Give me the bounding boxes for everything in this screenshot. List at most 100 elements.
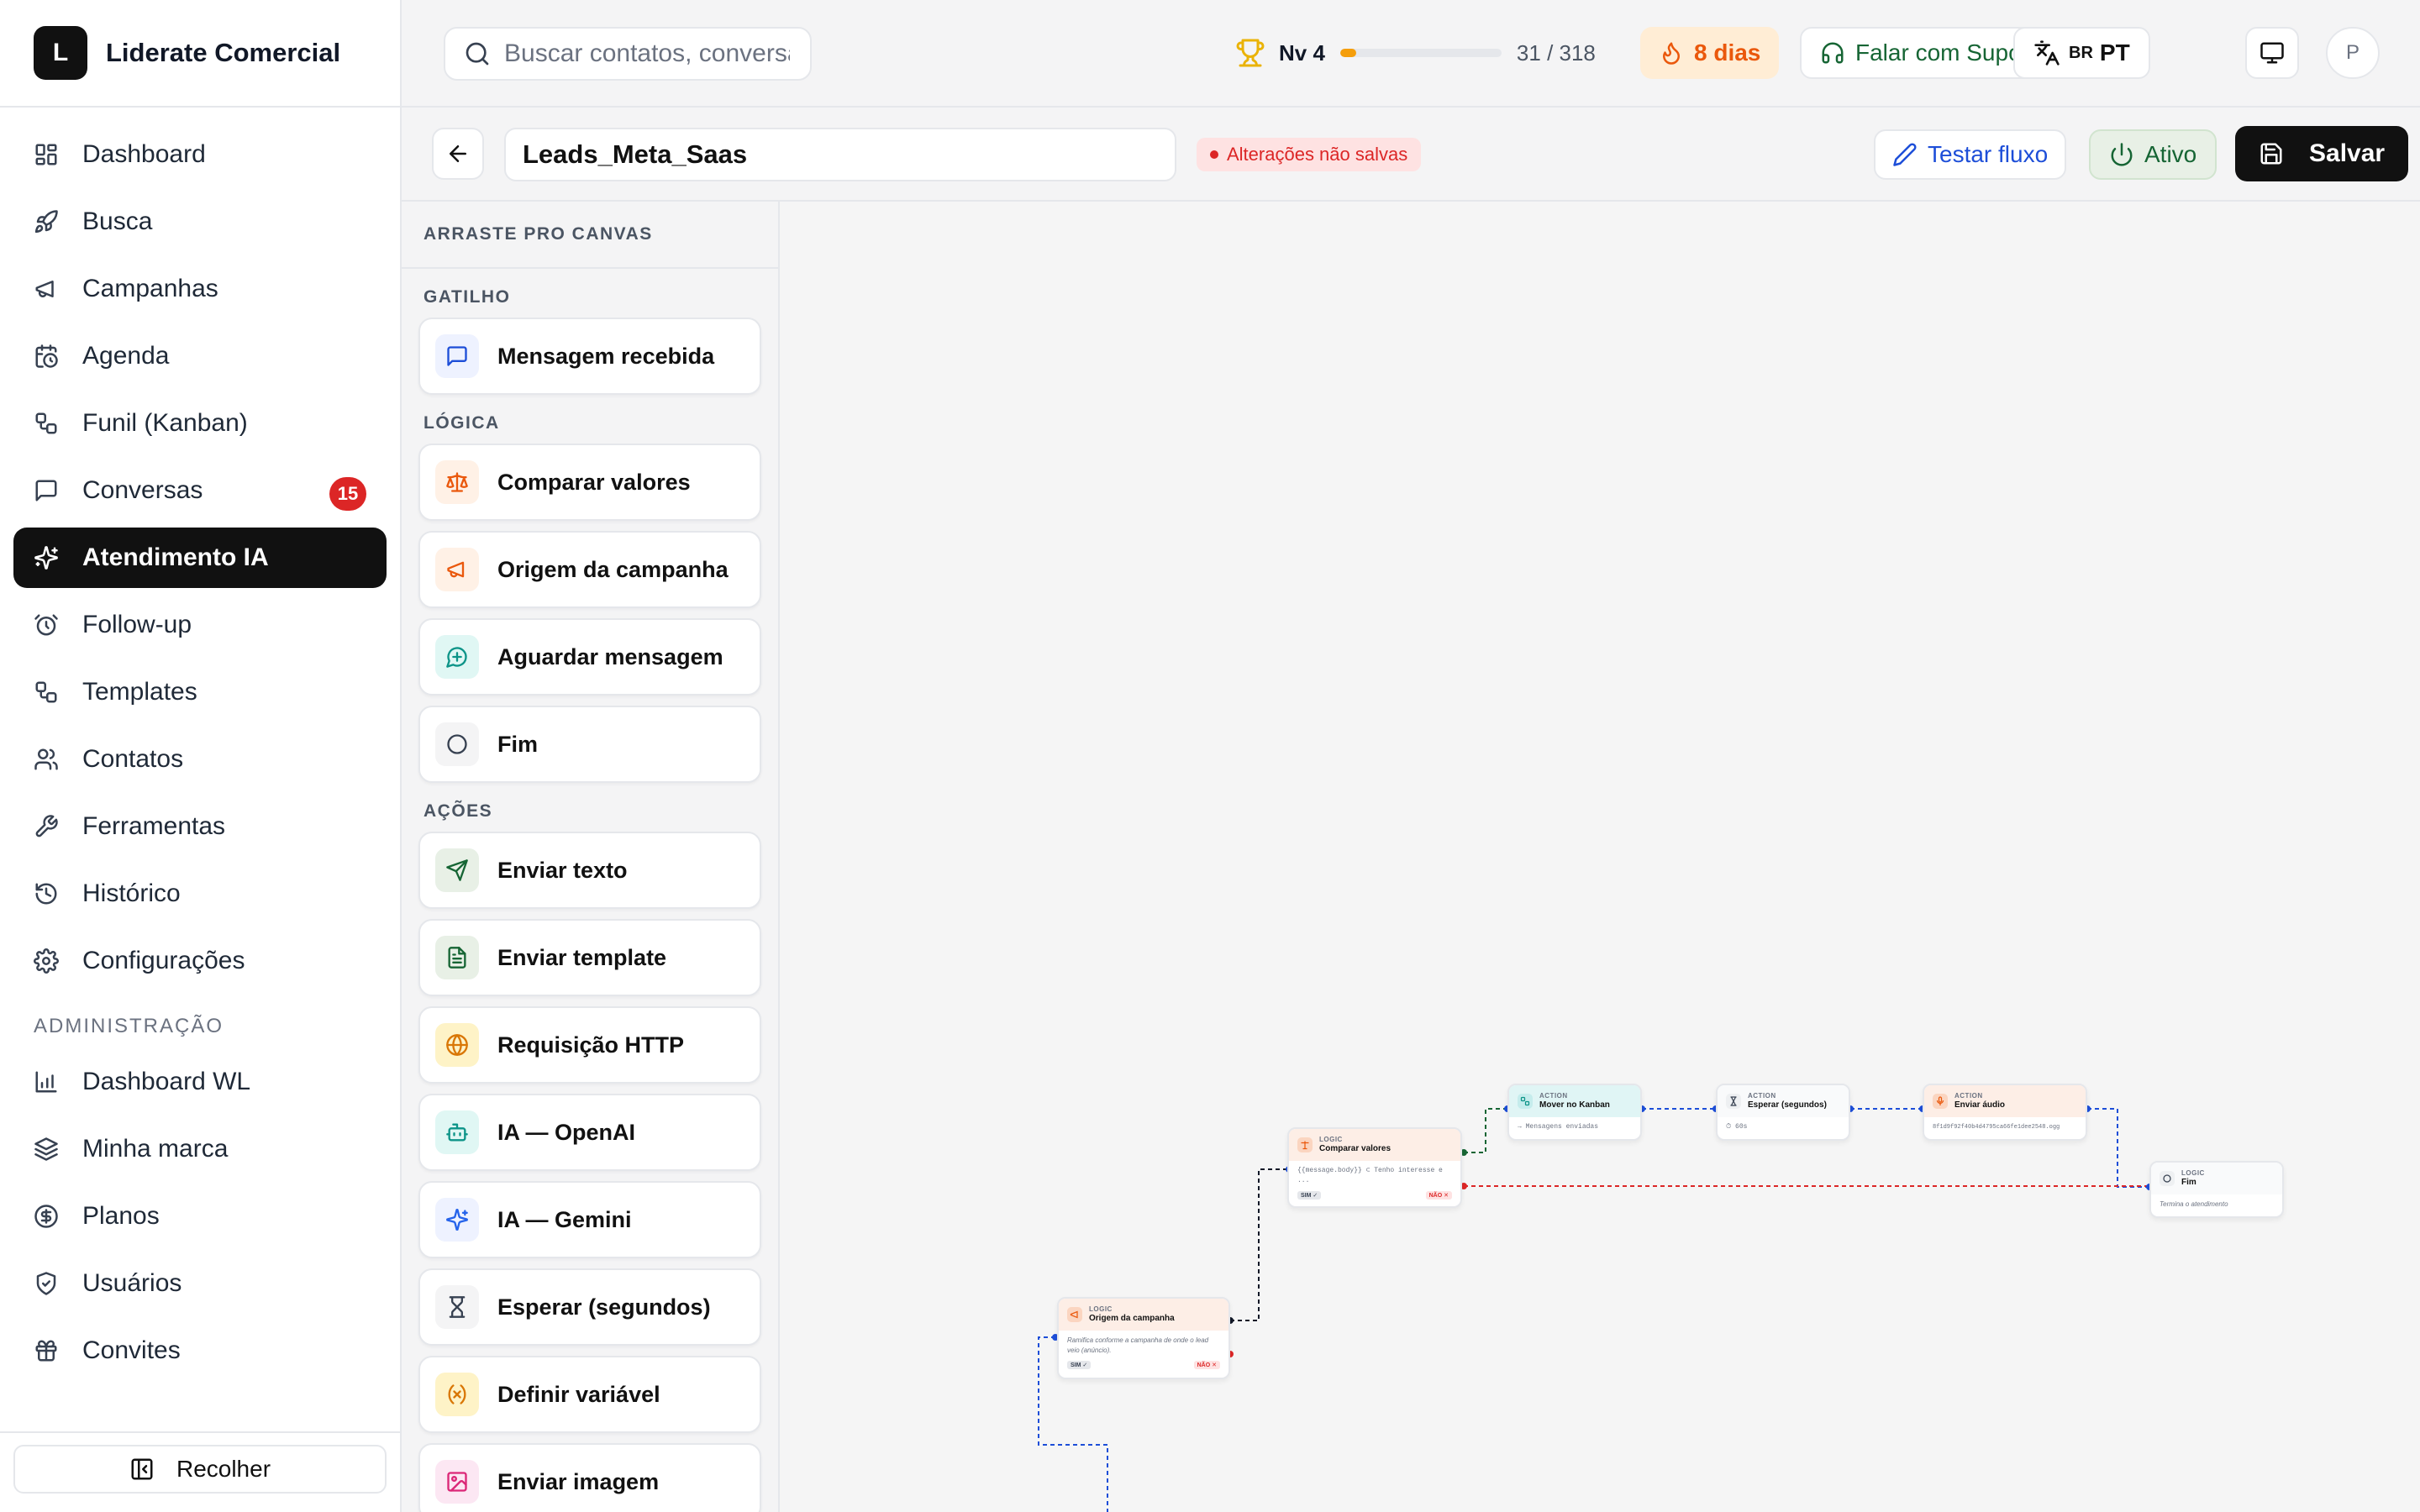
tile-label: Enviar imagem (497, 1468, 660, 1494)
language-switcher[interactable]: BR PT (2013, 27, 2150, 79)
nav-item-label: Configurações (82, 947, 245, 974)
arrow-left-icon (450, 145, 466, 162)
node-footer: SIM ✓ NÃO ✕ (1289, 1191, 1460, 1205)
display-mode-button[interactable] (2245, 27, 2299, 79)
palette-tile-origem-campanha[interactable]: Origem da campanha (418, 531, 761, 608)
palette-tile-definir-variavel[interactable]: Definir variável (418, 1356, 761, 1433)
palette-tile-enviar-texto[interactable]: Enviar texto (418, 832, 761, 909)
nav-item-dashboard-wl[interactable]: Dashboard WL (13, 1052, 387, 1112)
nav-item-atendimento-ia[interactable]: Atendimento IA (13, 528, 387, 588)
nav-item-conversas[interactable]: Conversas 15 (13, 460, 387, 521)
nav-item-funil[interactable]: Funil (Kanban) (13, 393, 387, 454)
headset-icon (1822, 42, 1844, 64)
node-body: ⏱ 60s (1726, 1123, 1748, 1131)
tile-label: Definir variável (497, 1381, 660, 1407)
flow-header: Alterações não salvas Testar fluxo Ativo… (402, 108, 2420, 202)
test-flow-button[interactable]: Testar fluxo (1874, 129, 2067, 180)
hourglass-icon (449, 1296, 466, 1318)
flow-name-input[interactable] (504, 128, 1176, 181)
search-input[interactable] (504, 39, 790, 68)
gear-icon (34, 948, 59, 974)
sparkles-icon (34, 546, 58, 570)
nav-item-campanhas[interactable]: Campanhas (13, 259, 387, 319)
tile-label: IA — OpenAI (497, 1119, 636, 1145)
collapse-sidebar-button[interactable]: Recolher (13, 1445, 387, 1494)
wire-origem-comparar (1230, 1168, 1289, 1321)
nav-item-configuracoes[interactable]: Configurações (13, 931, 387, 991)
nav-item-usuarios[interactable]: Usuários (13, 1253, 387, 1314)
bot-icon (446, 1123, 468, 1142)
brand[interactable]: L Liderate Comercial (0, 0, 400, 108)
chat-icon (35, 480, 57, 501)
users-icon (34, 748, 58, 770)
palette-tile-ia-openai[interactable]: IA — OpenAI (418, 1094, 761, 1171)
node-body: 8f1d9f92f40b4d4795ca66fe1dee2548.ogg (1933, 1124, 2060, 1131)
streak-badge[interactable]: 8 dias (1640, 27, 1780, 79)
nav-item-label: Atendimento IA (82, 543, 269, 571)
level-progress[interactable]: Nv 4 31 / 318 (1235, 25, 1596, 81)
palette-tile-ia-gemini[interactable]: IA — Gemini (418, 1181, 761, 1258)
dollar-circle-icon (34, 1205, 58, 1228)
palette-tile-enviar-template[interactable]: Enviar template (418, 919, 761, 996)
palette-tile-comparar-valores[interactable]: Comparar valores (418, 444, 761, 521)
flow-canvas[interactable]: LOGIC Origem da campanha Ramifica confor… (780, 202, 2420, 1512)
flow-node-comparar-valores[interactable]: LOGIC Comparar valores {{message.body}} … (1287, 1127, 1462, 1208)
flow-node-mover-kanban[interactable]: ACTION Mover no Kanban → Mensagens envia… (1507, 1084, 1642, 1141)
rocket-icon (34, 210, 58, 234)
level-bar-fill (1339, 49, 1356, 57)
circle-icon (447, 734, 467, 754)
nav-item-busca[interactable]: Busca (13, 192, 387, 252)
palette-tile-mensagem-recebida[interactable]: Mensagem recebida (418, 318, 761, 395)
yes-tag: SIM ✓ (1297, 1191, 1322, 1200)
wrench-icon (35, 815, 58, 837)
nav-item-templates[interactable]: Templates (13, 662, 387, 722)
nav-item-label: Planos (82, 1202, 160, 1230)
layers-icon (34, 1137, 58, 1161)
palette-tile-fim[interactable]: Fim (418, 706, 761, 783)
megaphone-icon (447, 561, 465, 578)
panel-left-icon (131, 1458, 153, 1480)
nav-item-dashboard[interactable]: Dashboard (13, 124, 387, 185)
flow-node-fim[interactable]: LOGIC Fim Termina o atendimento (2149, 1161, 2284, 1218)
user-avatar[interactable]: P (2326, 27, 2380, 79)
mic-icon (1933, 1094, 1948, 1109)
flow-node-enviar-audio[interactable]: ACTION Enviar áudio 8f1d9f92f40b4d4795ca… (1923, 1084, 2087, 1141)
palette-tile-requisicao-http[interactable]: Requisição HTTP (418, 1006, 761, 1084)
nav-item-label: Ferramentas (82, 812, 226, 840)
node-palette: ARRASTE PRO CANVAS GATILHO Mensagem rece… (402, 202, 780, 1512)
palette-group-title: AÇÕES (424, 801, 493, 821)
nav-item-follow-up[interactable]: Follow-up (13, 595, 387, 655)
flow-node-origem-campanha[interactable]: LOGIC Origem da campanha Ramifica confor… (1057, 1297, 1230, 1379)
node-body: → Mensagens enviadas (1518, 1123, 1599, 1131)
brand-logo: L (34, 26, 87, 80)
node-header: ACTION Esperar (segundos) (1718, 1085, 1849, 1117)
nav-item-historico[interactable]: Histórico (13, 864, 387, 924)
nav-item-ferramentas[interactable]: Ferramentas (13, 796, 387, 857)
save-button[interactable]: Salvar (2235, 126, 2409, 181)
nav-item-label: Campanhas (82, 275, 218, 302)
save-label: Salvar (2309, 139, 2386, 167)
flow-node-esperar-segundos[interactable]: ACTION Esperar (segundos) ⏱ 60s (1716, 1084, 1850, 1141)
palette-tile-enviar-imagem[interactable]: Enviar imagem (418, 1443, 761, 1512)
pencil-icon (1893, 143, 1917, 166)
palette-tile-aguardar-mensagem[interactable]: Aguardar mensagem (418, 618, 761, 696)
tile-label: Requisição HTTP (497, 1032, 685, 1058)
active-toggle-button[interactable]: Ativo (2089, 129, 2217, 180)
nav-item-label: Follow-up (82, 611, 192, 638)
search-box[interactable] (444, 27, 812, 81)
nav-item-convites[interactable]: Convites (13, 1320, 387, 1381)
node-header: LOGIC Origem da campanha (1059, 1299, 1228, 1331)
tile-icon-wrap (435, 1285, 479, 1329)
nav-item-minha-marca[interactable]: Minha marca (13, 1119, 387, 1179)
main-nav: Dashboard Busca Campanhas Agenda Funil (… (0, 108, 400, 1381)
node-footer: SIM ✓ NÃO ✕ (1059, 1361, 1228, 1374)
tile-icon-wrap (435, 1023, 479, 1067)
nav-item-planos[interactable]: Planos (13, 1186, 387, 1247)
node-header: LOGIC Fim (2151, 1163, 2282, 1194)
nav-item-agenda[interactable]: Agenda (13, 326, 387, 386)
workflow-icon (35, 681, 57, 703)
nav-item-contatos[interactable]: Contatos (13, 729, 387, 790)
nav-item-label: Conversas (82, 476, 203, 504)
palette-tile-esperar-segundos[interactable]: Esperar (segundos) (418, 1268, 761, 1346)
back-button[interactable] (432, 128, 484, 180)
